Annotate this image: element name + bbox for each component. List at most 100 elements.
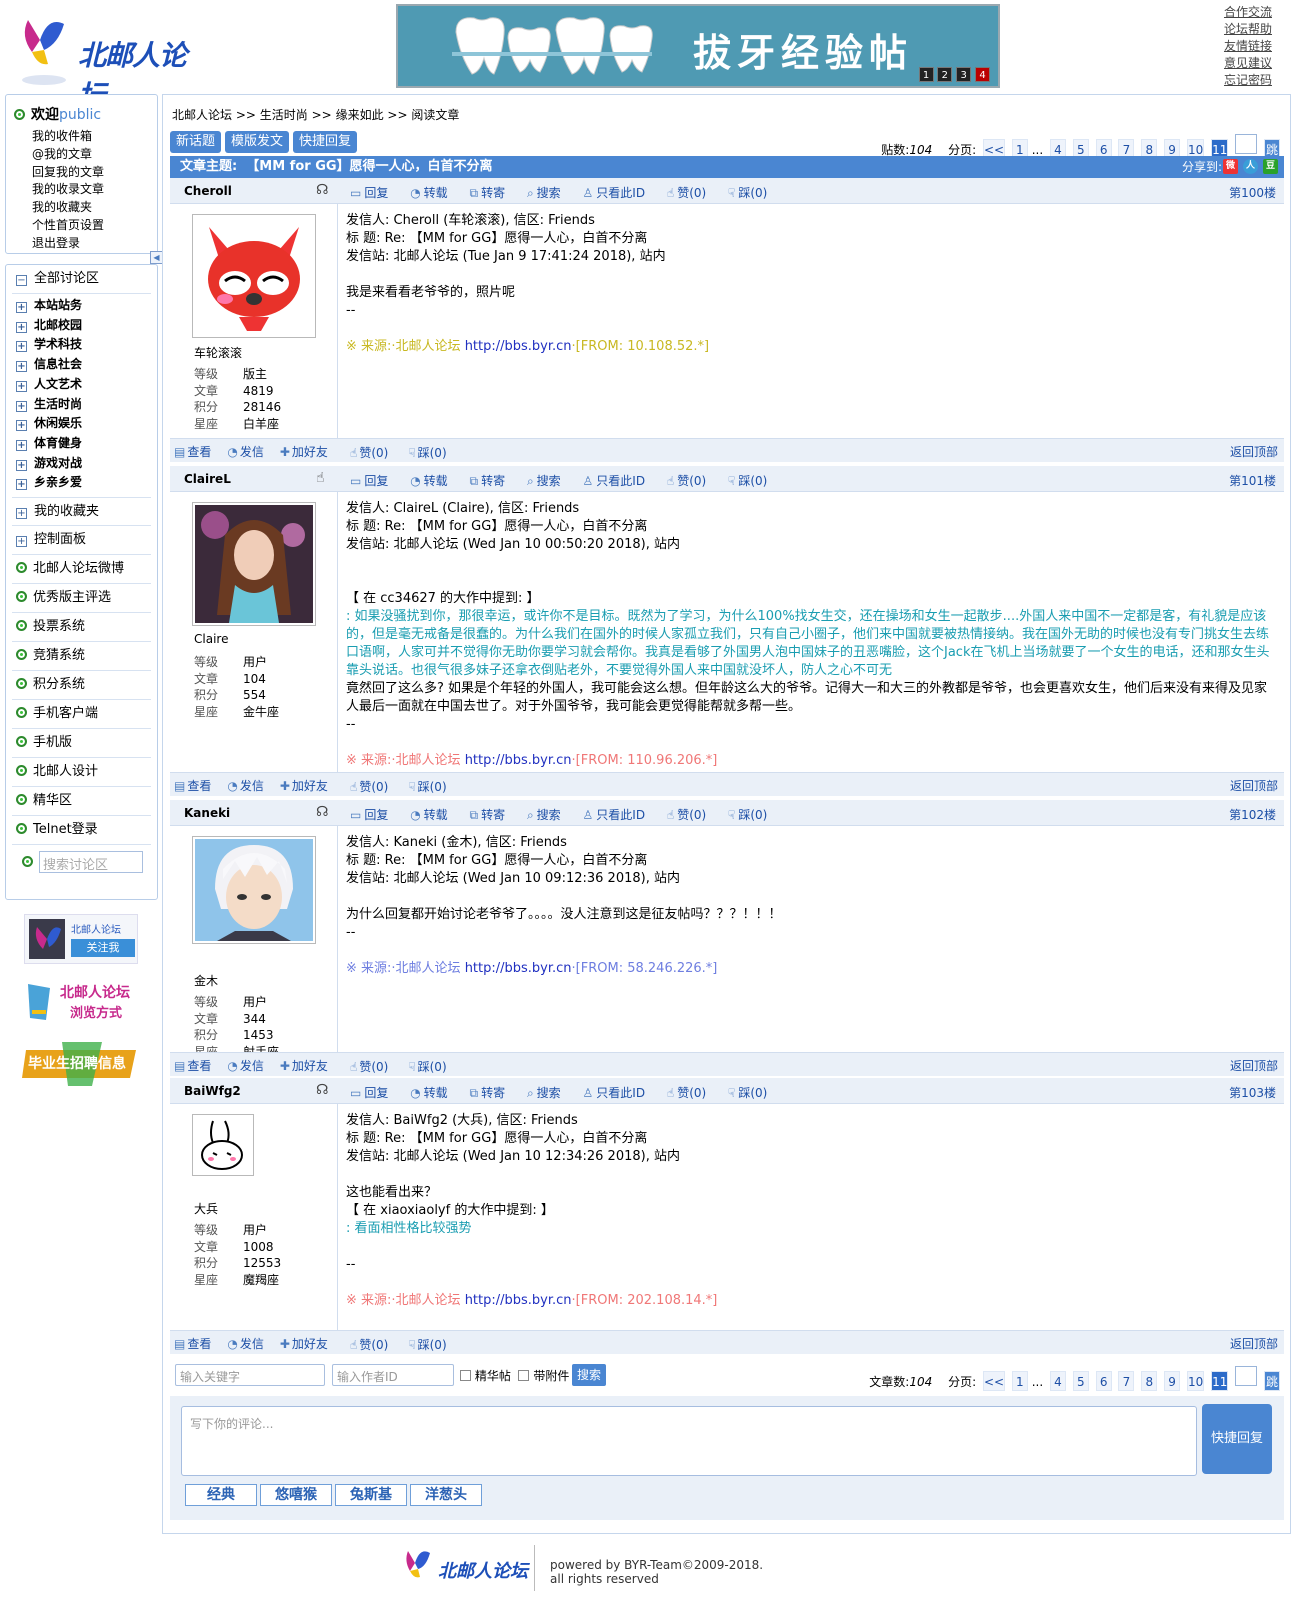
board-item[interactable]: + 游戏对战 [16, 454, 157, 474]
send-mail-action[interactable]: ◔ 发信 [227, 1337, 272, 1351]
like-action[interactable]: ☝ 赞(0) [667, 1086, 715, 1100]
like-action[interactable]: ☝ 赞(0) [667, 474, 715, 488]
dislike-action[interactable]: ☟ 踩(0) [408, 780, 456, 794]
source-url[interactable]: http://bbs.byr.cn [465, 961, 572, 976]
view-profile-action[interactable]: ▤ 查看 [174, 1337, 219, 1351]
post-author-id[interactable]: BaiWfg2 [184, 1084, 241, 1098]
repost-action[interactable]: ◔ 转载 [410, 808, 457, 822]
post-author-id[interactable]: Kaneki [184, 806, 230, 820]
source-url[interactable]: http://bbs.byr.cn [465, 339, 572, 354]
floor-number[interactable]: 第102楼 [1229, 806, 1276, 823]
dislike-action[interactable]: ☟ 踩(0) [728, 1086, 776, 1100]
send-mail-action[interactable]: ◔ 发信 [227, 1059, 272, 1073]
digest-checkbox[interactable] [460, 1370, 471, 1381]
back-to-top-link[interactable]: 返回顶部 [1230, 1335, 1278, 1352]
crumb-board[interactable]: 缘来如此 [336, 108, 384, 122]
like-action[interactable]: ☝ 赞(0) [350, 1060, 398, 1074]
forward-action[interactable]: ⧉ 转寄 [470, 1086, 515, 1100]
sidebar-digest[interactable]: 精华区 [12, 787, 151, 817]
source-url[interactable]: http://bbs.byr.cn [465, 753, 572, 768]
link-help[interactable]: 论坛帮助 [1224, 21, 1272, 38]
browse-ad[interactable]: 北邮人论坛 浏览方式 [22, 978, 140, 1028]
sidebar-guess-system[interactable]: 竞猜系统 [12, 642, 151, 672]
link-mentions[interactable]: @我的文章 [32, 146, 157, 164]
douban-share-icon[interactable]: 豆 [1263, 159, 1278, 174]
send-mail-action[interactable]: ◔ 发信 [227, 445, 272, 459]
page-jump-input[interactable] [1235, 1366, 1258, 1386]
page-link[interactable]: 7 [1118, 1371, 1135, 1391]
view-profile-action[interactable]: ▤ 查看 [174, 445, 219, 459]
view-profile-action[interactable]: ▤ 查看 [174, 779, 219, 793]
like-action[interactable]: ☝ 赞(0) [667, 186, 715, 200]
search-action[interactable]: ⌕ 搜索 [527, 1086, 570, 1100]
reply-textarea[interactable]: 写下你的评论... [181, 1406, 1197, 1476]
jobs-ad[interactable]: 毕业生招聘信息 [22, 1040, 140, 1088]
link-cooperation[interactable]: 合作交流 [1224, 4, 1272, 21]
post-author-id[interactable]: Cheroll [184, 184, 232, 198]
add-friend-action[interactable]: ✚ 加好友 [280, 779, 336, 793]
like-action[interactable]: ☝ 赞(0) [350, 1338, 398, 1352]
page-current[interactable]: 11 [1211, 1371, 1229, 1391]
like-action[interactable]: ☝ 赞(0) [350, 446, 398, 460]
dislike-action[interactable]: ☟ 踩(0) [728, 474, 776, 488]
forward-action[interactable]: ⧉ 转寄 [470, 808, 515, 822]
forward-action[interactable]: ⧉ 转寄 [470, 474, 515, 488]
board-item[interactable]: + 学术科技 [16, 335, 157, 355]
board-item[interactable]: + 休闲娱乐 [16, 414, 157, 434]
template-post-button[interactable]: 模版发文 [225, 131, 290, 153]
renren-share-icon[interactable]: 人 [1243, 159, 1258, 174]
all-boards[interactable]: − 全部讨论区 [12, 265, 151, 294]
like-action[interactable]: ☝ 赞(0) [667, 808, 715, 822]
quick-reply-submit-button[interactable]: 快捷回复 [1202, 1404, 1272, 1474]
board-item[interactable]: + 体育健身 [16, 434, 157, 454]
banner-page[interactable]: 2 [937, 67, 953, 82]
only-this-id-action[interactable]: ♙ 只看此ID [583, 186, 655, 200]
back-to-top-link[interactable]: 返回顶部 [1230, 443, 1278, 460]
board-search-input[interactable]: 搜索讨论区 [39, 851, 143, 874]
follow-button[interactable]: 关注我 [71, 939, 135, 957]
board-item[interactable]: + 北邮校园 [16, 316, 157, 336]
link-collected[interactable]: 我的收录文章 [32, 181, 157, 199]
quick-reply-button[interactable]: 快捷回复 [293, 131, 358, 153]
author-search-input[interactable]: 输入作者ID [332, 1364, 454, 1386]
floor-number[interactable]: 第100楼 [1229, 184, 1276, 201]
repost-action[interactable]: ◔ 转载 [410, 1086, 457, 1100]
weibo-share-icon[interactable]: 微 [1223, 159, 1238, 174]
page-link[interactable]: 1 [1011, 1371, 1028, 1391]
send-mail-action[interactable]: ◔ 发信 [227, 779, 272, 793]
sidebar-moderator-vote[interactable]: 优秀版主评选 [12, 584, 151, 614]
board-item[interactable]: + 本站站务 [16, 296, 157, 316]
page-link[interactable]: 9 [1164, 1371, 1181, 1391]
link-friends[interactable]: 友情链接 [1224, 38, 1272, 55]
board-item[interactable]: + 乡亲乡爱 [16, 473, 157, 493]
back-to-top-link[interactable]: 返回顶部 [1230, 777, 1278, 794]
only-this-id-action[interactable]: ♙ 只看此ID [583, 808, 655, 822]
floor-number[interactable]: 第103楼 [1229, 1084, 1276, 1101]
floor-number[interactable]: 第101楼 [1229, 472, 1276, 489]
crumb-section[interactable]: 生活时尚 [260, 108, 308, 122]
back-to-top-link[interactable]: 返回顶部 [1230, 1057, 1278, 1074]
page-link[interactable]: 5 [1072, 1371, 1089, 1391]
emoticon-tab-tuzki[interactable]: 兔斯基 [335, 1484, 407, 1506]
page-jump-input[interactable] [1235, 134, 1258, 154]
board-item[interactable]: + 人文艺术 [16, 375, 157, 395]
page-link[interactable]: 6 [1095, 1371, 1112, 1391]
forward-action[interactable]: ⧉ 转寄 [470, 186, 515, 200]
sidebar-score-system[interactable]: 积分系统 [12, 671, 151, 701]
page-first[interactable]: << [982, 1371, 1006, 1391]
page-jump-button[interactable]: 跳 [1264, 1371, 1280, 1391]
sidebar-weibo[interactable]: 北邮人论坛微博 [12, 555, 151, 585]
board-item[interactable]: + 生活时尚 [16, 395, 157, 415]
sidebar-control-panel[interactable]: + 控制面板 [12, 526, 151, 556]
source-url[interactable]: http://bbs.byr.cn [465, 1293, 572, 1308]
page-link[interactable]: 10 [1186, 1371, 1205, 1391]
sidebar-telnet[interactable]: Telnet登录 [12, 816, 151, 846]
new-topic-button[interactable]: 新话题 [170, 131, 222, 153]
banner-ad[interactable]: 拔牙经验帖 1 2 3 4 [396, 4, 1000, 88]
reply-action[interactable]: ▭ 回复 [350, 186, 397, 200]
add-friend-action[interactable]: ✚ 加好友 [280, 1059, 336, 1073]
dislike-action[interactable]: ☟ 踩(0) [728, 808, 776, 822]
search-action[interactable]: ⌕ 搜索 [527, 808, 570, 822]
post-author-id[interactable]: ClaireL [184, 472, 231, 486]
banner-page-active[interactable]: 4 [975, 67, 990, 82]
